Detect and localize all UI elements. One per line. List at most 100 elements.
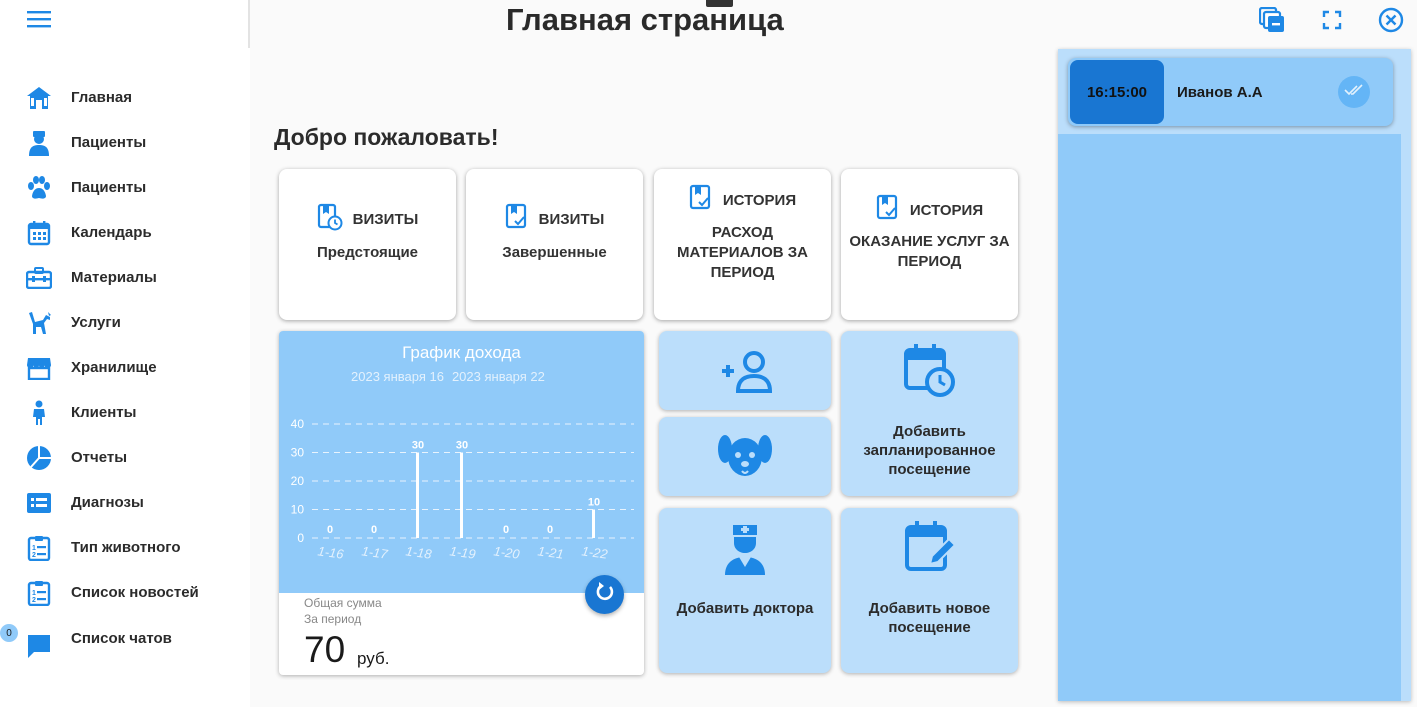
tile-label: Добавить доктора — [676, 600, 814, 617]
clipboard-list-icon: 12 — [26, 535, 52, 561]
x-tick-label: 1-16 — [317, 543, 346, 562]
bar-value-label: 0 — [371, 524, 377, 536]
sidebar-item-services[interactable]: Услуги — [0, 300, 248, 345]
bar-value-label: 30 — [412, 440, 424, 452]
sidebar-item-label: Пациенты — [71, 134, 147, 151]
pie-chart-icon — [26, 445, 52, 471]
sidebar-item-label: Материалы — [71, 269, 157, 286]
chart-bar — [460, 452, 463, 538]
list-icon — [26, 490, 52, 516]
chart-bar — [416, 452, 419, 538]
card-sub-line: РАСХОД — [711, 224, 774, 241]
calendar-icon — [26, 220, 52, 246]
card-sub: РАСХОД МАТЕРИАЛОВ ЗА ПЕРИОД — [654, 223, 831, 283]
add-pet-button[interactable] — [659, 417, 831, 496]
y-tick-label: 40 — [291, 417, 305, 431]
card-kind: ИСТОРИЯ — [909, 202, 984, 219]
sidebar-item-news-list[interactable]: 12 Список новостей — [0, 570, 248, 615]
page-title: Главная страница — [506, 2, 784, 37]
tile-label-line: Добавить — [893, 423, 966, 440]
sidebar-item-label: Диагнозы — [71, 494, 144, 511]
svg-text:2: 2 — [32, 597, 36, 604]
x-tick-label: 1-22 — [581, 543, 610, 562]
income-chart: 0 10 20 30 40 0 1-16 0 1-17 30 1-18 30 1-19 0 1-20 0 1-2… — [291, 417, 634, 562]
sidebar-item-label: Календарь — [71, 224, 152, 241]
sidebar-item-pets[interactable]: Пациенты — [0, 165, 248, 210]
add-client-button[interactable] — [659, 331, 831, 410]
card-kind: ВИЗИТЫ — [538, 211, 605, 228]
bar-value-label: 30 — [456, 440, 468, 452]
sidebar-item-reports[interactable]: Отчеты — [0, 435, 248, 480]
tile-label-line: посещение — [888, 619, 971, 636]
svg-text:1: 1 — [32, 545, 36, 552]
close-icon[interactable] — [1377, 6, 1405, 34]
dog-icon — [717, 431, 773, 484]
sidebar-item-home[interactable]: Главная — [0, 75, 248, 120]
tile-label-line: посещение — [888, 461, 971, 478]
person-icon — [26, 400, 52, 426]
card-kind: ИСТОРИЯ — [722, 192, 797, 209]
appointments-list: 16:15:00 Иванов А.А — [1058, 49, 1401, 134]
sidebar-item-label: Тип животного — [71, 539, 181, 556]
card-kind: ВИЗИТЫ — [352, 211, 419, 228]
app-root: Главная Пациенты Пациенты Календарь Мате… — [0, 0, 1417, 707]
upcoming-visits-card[interactable]: ВИЗИТЫ Предстоящие — [279, 169, 456, 320]
calendar-clock-icon — [903, 343, 957, 404]
chart-bar — [592, 509, 595, 538]
clipboard-list-icon: 12 — [26, 580, 52, 606]
check-bookmark-icon — [689, 184, 713, 217]
y-tick-label: 0 — [297, 531, 304, 545]
materials-history-card[interactable]: ИСТОРИЯ РАСХОД МАТЕРИАЛОВ ЗА ПЕРИОД — [654, 169, 831, 320]
done-all-button[interactable] — [1338, 76, 1370, 108]
card-sub-line: ПЕРИОД — [897, 253, 962, 270]
add-doctor-button[interactable]: Добавить доктора — [659, 508, 831, 673]
card-sub: Завершенные — [502, 244, 607, 261]
sidebar-item-materials[interactable]: Материалы — [0, 255, 248, 300]
calendar-edit-icon — [904, 520, 956, 579]
tile-label-line: Добавить новое — [868, 600, 991, 617]
total-value: 70 — [304, 629, 346, 670]
total-currency: руб. — [357, 649, 390, 668]
refresh-button[interactable] — [585, 575, 624, 614]
welcome-heading: Добро пожаловать! — [274, 124, 499, 150]
sidebar-item-chats[interactable]: Список чатов — [0, 615, 248, 675]
x-tick-label: 1-19 — [449, 543, 477, 561]
grooming-icon — [26, 310, 52, 336]
add-scheduled-visit-button[interactable]: Добавить запланированное посещение — [841, 331, 1018, 496]
tile-label: Добавить запланированное посещение — [841, 422, 1018, 479]
appointments-panel: 16:15:00 Иванов А.А — [1058, 49, 1411, 701]
sidebar-item-storage[interactable]: Хранилище — [0, 345, 248, 390]
chat-count-badge: 0 — [0, 624, 18, 642]
card-sub-line: ОКАЗАНИЕ УСЛУГ ЗА — [849, 233, 1010, 250]
bar-value-label: 0 — [503, 524, 509, 536]
sidebar-item-calendar[interactable]: Календарь — [0, 210, 248, 255]
x-tick-label: 1-17 — [361, 543, 390, 562]
sidebar-item-label: Отчеты — [71, 449, 128, 466]
refresh-icon — [594, 581, 616, 608]
period-label: За период — [304, 612, 362, 626]
panel-scrollbar[interactable] — [1401, 49, 1411, 701]
sidebar-item-clients[interactable]: Клиенты — [0, 390, 248, 435]
appointment-item[interactable]: 16:15:00 Иванов А.А — [1068, 58, 1393, 126]
services-history-card[interactable]: ИСТОРИЯ ОКАЗАНИЕ УСЛУГ ЗА ПЕРИОД — [841, 169, 1018, 320]
sidebar-item-label: Список новостей — [71, 584, 199, 601]
y-tick-label: 20 — [291, 474, 305, 488]
sidebar-item-patients[interactable]: Пациенты — [0, 120, 248, 165]
add-new-visit-button[interactable]: Добавить новое посещение — [841, 508, 1018, 673]
tile-label: Добавить новое посещение — [841, 599, 1018, 637]
card-sub-line: МАТЕРИАЛОВ ЗА — [677, 244, 808, 261]
appointment-name: Иванов А.А — [1177, 84, 1263, 101]
sidebar-item-label: Клиенты — [71, 404, 137, 421]
sidebar-item-diagnoses[interactable]: Диагнозы — [0, 480, 248, 525]
toolbox-icon — [26, 265, 52, 291]
y-tick-label: 30 — [291, 446, 305, 460]
completed-visits-card[interactable]: ВИЗИТЫ Завершенные — [466, 169, 643, 320]
windows-icon[interactable] — [1258, 6, 1286, 34]
sidebar: Главная Пациенты Пациенты Календарь Мате… — [0, 0, 250, 707]
fullscreen-icon[interactable] — [1318, 6, 1346, 34]
menu-icon[interactable] — [26, 8, 52, 30]
total-label: Общая сумма — [304, 596, 382, 610]
sidebar-item-animal-type[interactable]: 12 Тип животного — [0, 525, 248, 570]
doctor-icon — [26, 130, 52, 156]
sidebar-item-label: Пациенты — [71, 179, 147, 196]
